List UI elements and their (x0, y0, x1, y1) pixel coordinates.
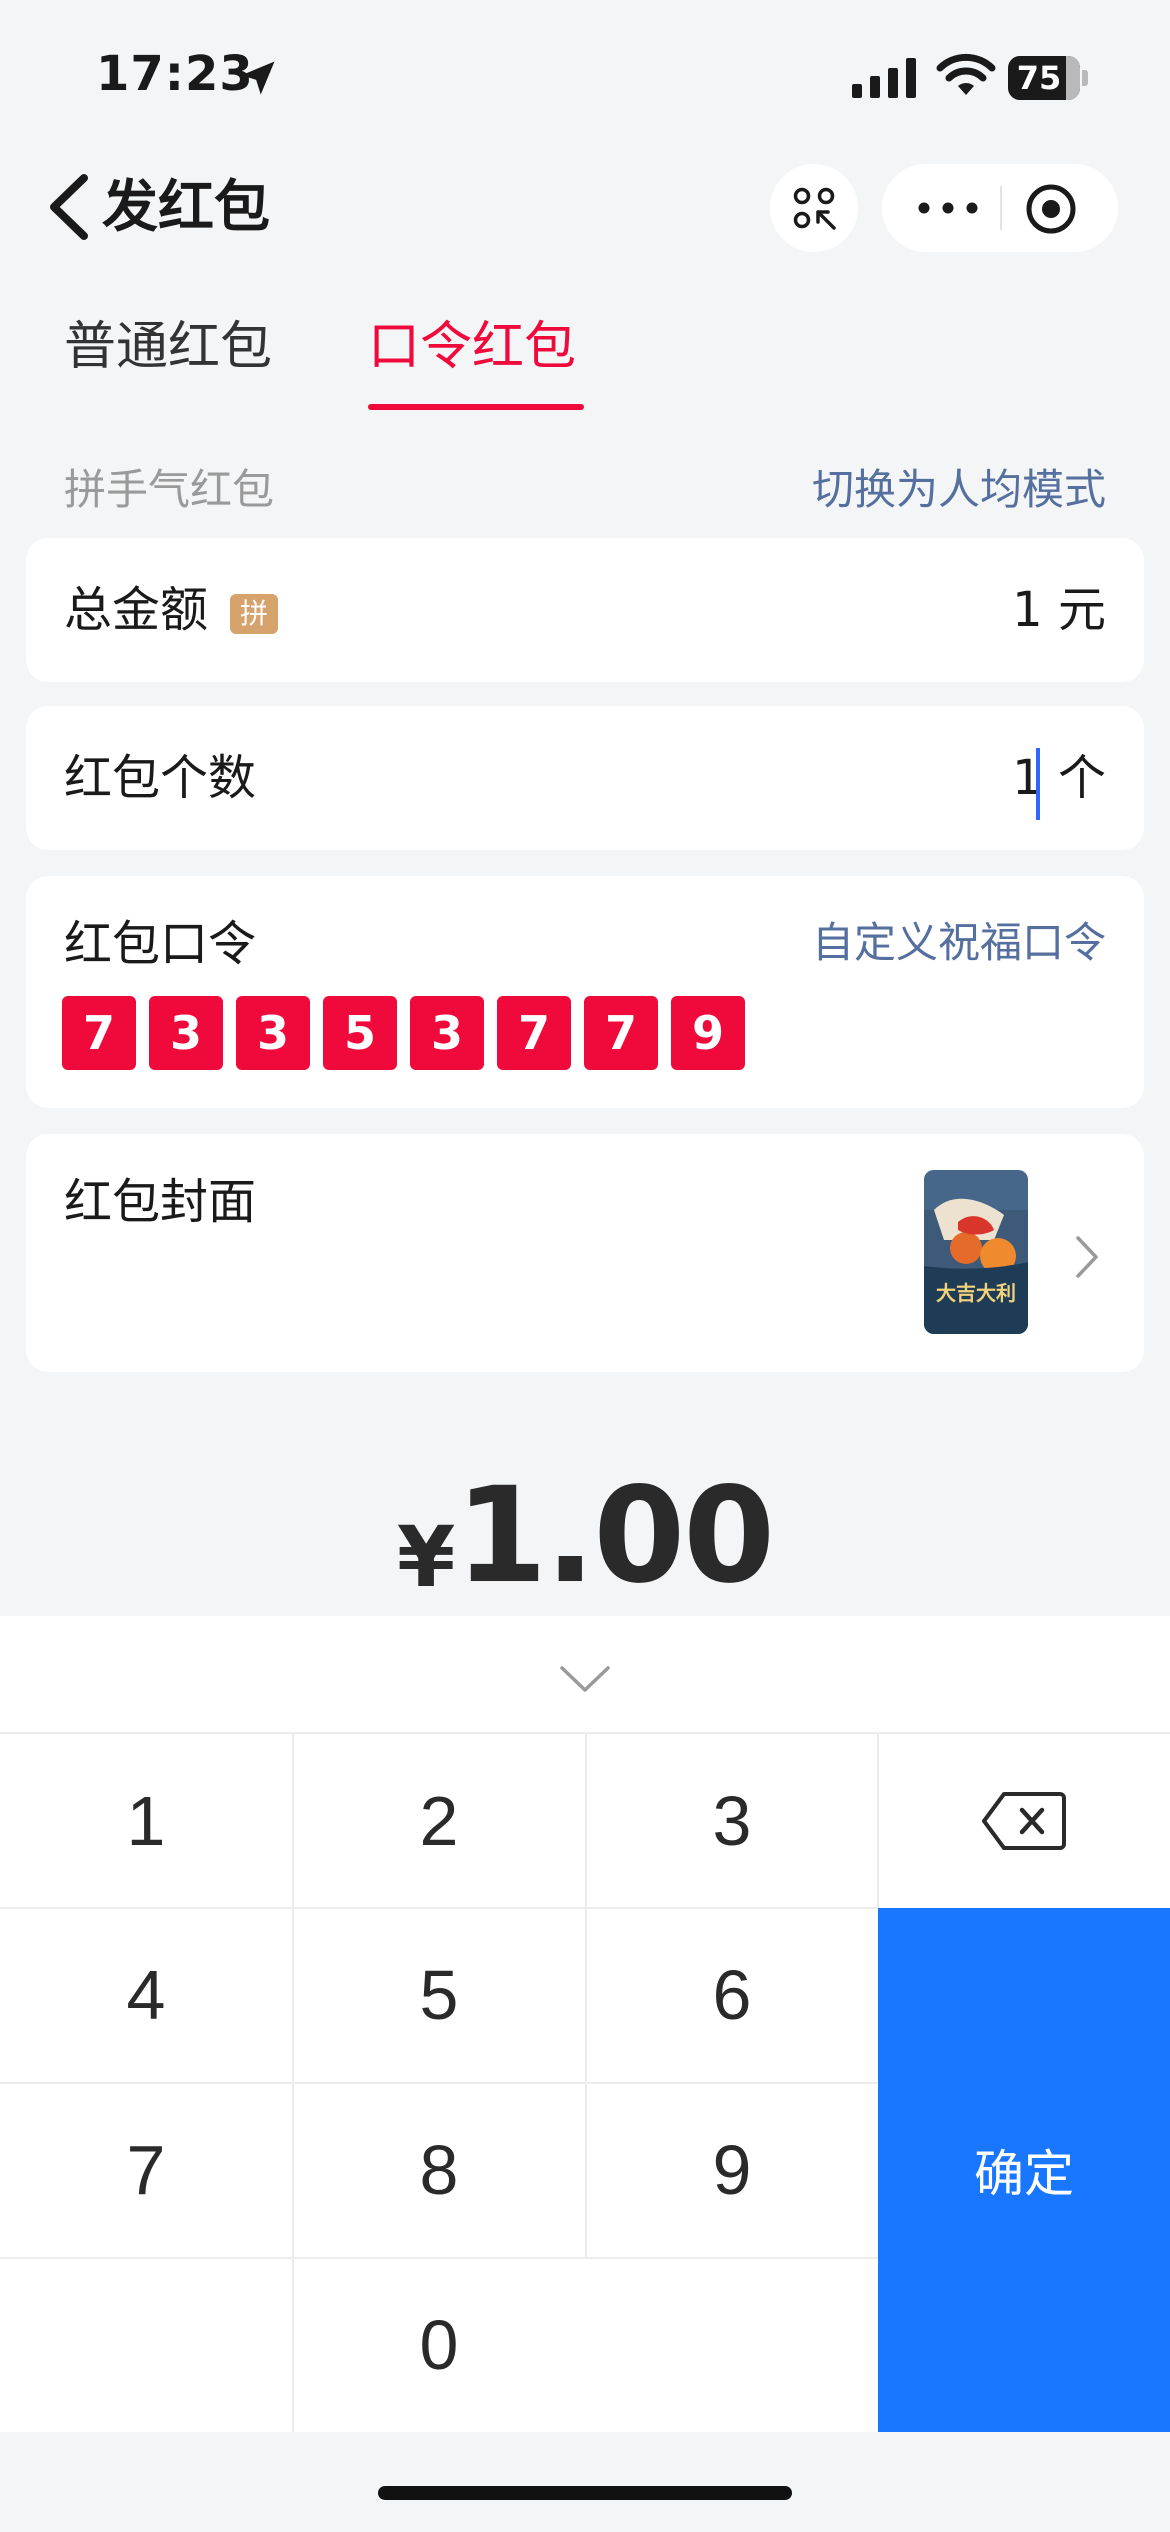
collapse-keyboard-icon[interactable] (558, 1662, 612, 1696)
key-3[interactable]: 3 (586, 1734, 878, 1908)
custom-blessing-link[interactable]: 自定义祝福口令 (812, 914, 1106, 972)
code-digit: 7 (497, 996, 571, 1070)
wifi-icon (936, 53, 996, 95)
cover-text: 大吉大利 (936, 1281, 1016, 1305)
active-tab-indicator (368, 404, 584, 410)
keypad-divider (0, 2257, 878, 2259)
cover-thumbnail[interactable]: 大吉大利 (924, 1170, 1028, 1334)
page-title: 发红包 (102, 175, 270, 240)
confirm-button[interactable]: 确定 (878, 1908, 1170, 2432)
random-badge: 拼 (230, 594, 278, 634)
key-6[interactable]: 6 (586, 1908, 878, 2082)
mini-program-capsule (882, 164, 1118, 252)
key-0[interactable]: 0 (293, 2258, 585, 2432)
cellular-signal-icon (852, 58, 916, 98)
tab-normal-red-packet[interactable]: 普通红包 (64, 310, 272, 384)
key-1[interactable]: 1 (0, 1734, 292, 1908)
capsule-divider (1000, 186, 1002, 230)
packet-count-label: 红包个数 (64, 750, 257, 806)
key-9[interactable]: 9 (586, 2083, 878, 2257)
backspace-key[interactable] (878, 1734, 1170, 1908)
status-bar: 17:23 75 (0, 0, 1170, 150)
packet-count-unit: 个 (1057, 750, 1106, 806)
code-digit: 3 (149, 996, 223, 1070)
total-amount-card[interactable]: 总金额 拼 1 元 (26, 538, 1144, 682)
cover-label: 红包封面 (64, 1174, 257, 1230)
packet-count-card[interactable]: 红包个数 1 个 (26, 706, 1144, 850)
password-code-card: 红包口令 自定义祝福口令 7 3 3 5 3 7 7 9 (26, 876, 1144, 1108)
key-8[interactable]: 8 (293, 2083, 585, 2257)
key-5[interactable]: 5 (293, 1908, 585, 2082)
tab-password-red-packet[interactable]: 口令红包 (368, 310, 576, 384)
scan-button[interactable] (770, 164, 858, 252)
code-digit: 3 (236, 996, 310, 1070)
keypad-divider (0, 2082, 878, 2084)
scan-icon (793, 187, 836, 230)
back-chevron-icon[interactable] (44, 172, 94, 242)
switch-mode-link[interactable]: 切换为人均模式 (812, 462, 1106, 518)
keypad-divider (585, 1732, 587, 2258)
code-digit: 9 (671, 996, 745, 1070)
code-digit: 5 (323, 996, 397, 1070)
key-7[interactable]: 7 (0, 2083, 292, 2257)
battery-icon: 75 (1008, 56, 1088, 100)
status-time: 17:23 (96, 46, 254, 102)
code-digit: 3 (410, 996, 484, 1070)
cover-card[interactable]: 红包封面 大吉大利 (26, 1134, 1144, 1372)
key-2[interactable]: 2 (293, 1734, 585, 1908)
packet-count-value[interactable]: 1 个 (1012, 746, 1106, 810)
close-target-icon[interactable] (1024, 182, 1078, 236)
home-indicator (378, 2486, 792, 2500)
total-amount-value[interactable]: 1 元 (1012, 578, 1106, 642)
total-amount-unit: 元 (1057, 582, 1106, 638)
battery-level: 75 (1016, 59, 1062, 97)
mode-label: 拼手气红包 (64, 465, 275, 514)
keypad-divider (0, 1907, 878, 1909)
password-code-label: 红包口令 (64, 916, 257, 972)
chevron-right-icon (1076, 1236, 1098, 1278)
text-cursor (1036, 748, 1040, 820)
total-amount-number: 1 (1012, 582, 1043, 638)
location-arrow-icon (241, 61, 275, 95)
code-digit: 7 (62, 996, 136, 1070)
more-dots-icon[interactable] (916, 198, 980, 218)
total-amount-display: ¥1.00 (0, 1466, 1170, 1606)
keypad-divider (877, 1732, 879, 1908)
total-amount-label: 总金额 (64, 582, 209, 638)
numeric-keypad: 1 2 3 4 5 6 7 8 9 0 确定 (0, 1616, 1170, 2432)
keypad-divider (292, 1732, 294, 2432)
key-4[interactable]: 4 (0, 1908, 292, 2082)
currency-symbol: ¥ (396, 1508, 456, 1606)
code-digit: 7 (584, 996, 658, 1070)
backspace-icon (982, 1792, 1066, 1850)
total-amount: 1.00 (455, 1459, 775, 1613)
